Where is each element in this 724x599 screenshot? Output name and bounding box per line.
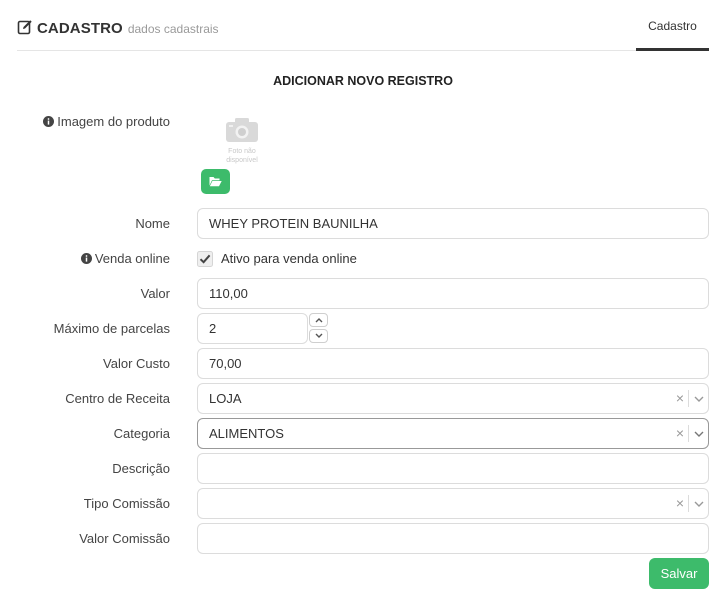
chevron-down-icon [315,333,322,338]
edit-icon [17,20,32,35]
valor-label: Valor [140,286,170,301]
centro-receita-select[interactable]: LOJA × [197,383,709,414]
stepper-down-button[interactable] [309,329,328,343]
stepper-up-button[interactable] [309,313,328,327]
nome-input[interactable]: WHEY PROTEIN BAUNILHA [197,208,709,239]
chevron-down-icon[interactable] [693,498,705,510]
clear-icon[interactable]: × [676,384,684,413]
valor-custo-label: Valor Custo [103,356,170,371]
form-title: ADICIONAR NOVO REGISTRO [273,74,453,88]
select-separator [688,425,689,442]
select-separator [688,390,689,407]
valor-comissao-input[interactable] [197,523,709,554]
header-title-group: CADASTRO dados cadastrais [17,17,219,37]
image-label-text: Imagem do produto [57,114,170,129]
folder-open-icon [209,177,222,187]
valor-custo-input[interactable]: 70,00 [197,348,709,379]
page-subtitle: dados cadastrais [127,22,219,36]
product-photo-placeholder: Foto não disponível [222,116,262,165]
valor-input[interactable]: 110,00 [197,278,709,309]
clear-icon[interactable]: × [676,489,684,518]
photo-placeholder-text: Foto não disponível [222,147,262,165]
select-separator [688,495,689,512]
nome-label: Nome [135,216,170,231]
venda-online-label: Venda online [80,251,170,266]
chevron-up-icon [315,318,322,323]
clear-icon[interactable]: × [676,419,684,448]
venda-online-checkbox[interactable] [197,251,213,267]
categoria-label: Categoria [113,426,170,441]
chevron-down-icon[interactable] [693,428,705,440]
chevron-down-icon[interactable] [693,393,705,405]
save-button[interactable]: Salvar [649,558,709,589]
max-parcelas-input[interactable]: 2 [197,313,308,344]
tab-cadastro[interactable]: Cadastro [636,0,709,51]
centro-receita-label: Centro de Receita [65,391,170,406]
descricao-input[interactable] [197,453,709,484]
tipo-comissao-label: Tipo Comissão [83,496,170,511]
photo-placeholder-line1: Foto não [228,148,256,155]
categoria-value: ALIMENTOS [209,426,284,441]
info-icon [43,116,55,127]
categoria-select[interactable]: ALIMENTOS × [197,418,709,449]
photo-placeholder-line2: disponível [226,157,258,164]
page-header: CADASTRO dados cadastrais Cadastro [17,0,709,51]
venda-online-checkbox-label[interactable]: Ativo para venda online [221,251,357,266]
venda-online-label-text: Venda online [94,251,170,266]
upload-image-button[interactable] [201,169,230,194]
page-title: CADASTRO [37,20,123,37]
tipo-comissao-select[interactable]: × [197,488,709,519]
max-parcelas-stepper [309,313,328,343]
info-icon [80,253,92,264]
descricao-label: Descrição [112,461,170,476]
max-parcelas-label: Máximo de parcelas [53,321,170,336]
image-label: Imagem do produto [43,114,170,129]
camera-icon [226,118,258,142]
valor-comissao-label: Valor Comissão [79,531,170,546]
centro-receita-value: LOJA [209,391,242,406]
